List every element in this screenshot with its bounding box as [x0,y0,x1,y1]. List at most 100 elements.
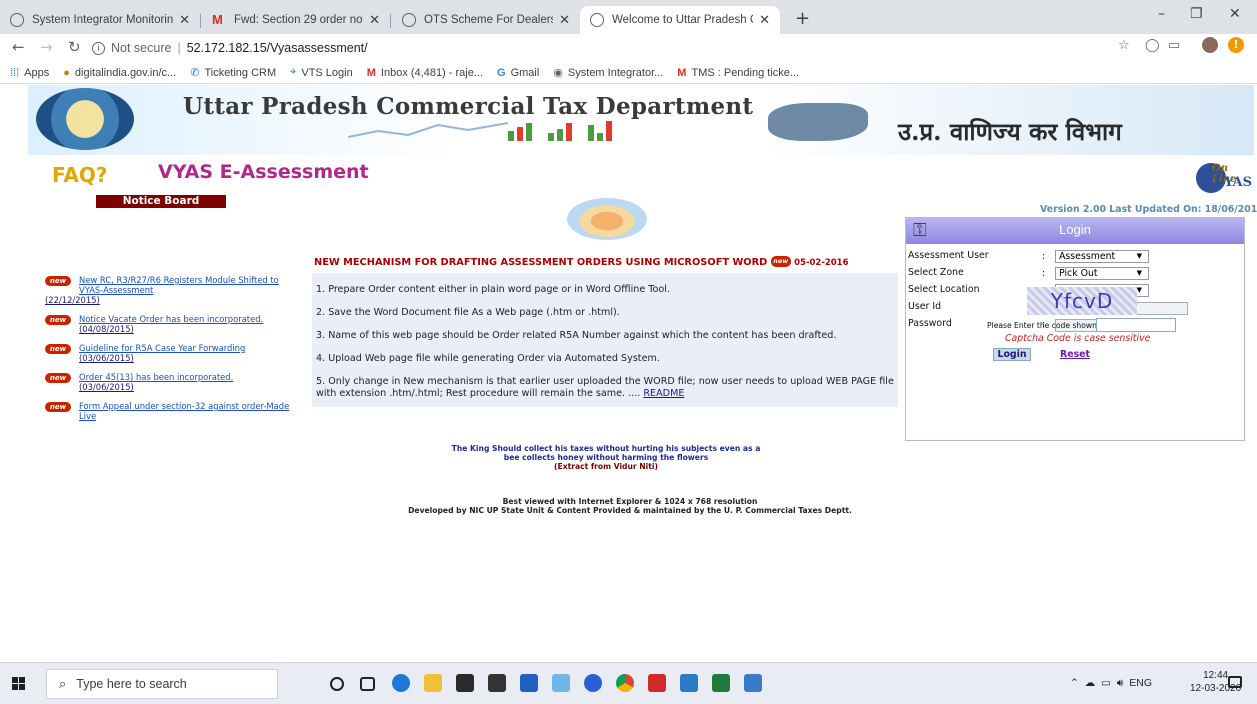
taskbar-search-input[interactable]: ⌕ Type here to search [46,669,278,699]
close-tab-icon[interactable]: ✕ [559,12,570,28]
zone-select[interactable]: Pick Out ▼ [1055,267,1149,280]
app-icon[interactable] [552,674,570,692]
bookmark-item[interactable]: M Inbox (4,481) - raje... [367,67,483,79]
captcha-case-note: Captcha Code is case sensitive [1005,333,1151,344]
close-tab-icon[interactable]: ✕ [369,12,380,28]
assessment-user-label: Assessment User [908,250,989,261]
battery-icon[interactable]: ▭ [1101,677,1111,689]
language-indicator[interactable]: ENG [1129,677,1152,689]
cortana-icon[interactable] [330,677,344,691]
tab-title: Fwd: Section 29 order not genera [234,14,363,26]
app-icon[interactable] [488,674,506,692]
notice-link[interactable]: Form Appeal under section-32 against ord… [79,401,290,421]
notice-link[interactable]: Notice Vacate Order has been incorporate… [79,314,290,324]
list-item: new Form Appeal under section-32 against… [45,401,290,421]
google-icon: G [497,66,506,79]
volume-icon[interactable]: 🔊︎ [1117,677,1124,689]
search-icon: ⌕ [59,676,67,691]
logo-text-bottom: VYAS [1214,175,1253,190]
readme-link[interactable]: README [643,388,684,399]
bookmark-item[interactable]: ✆ Ticketing CRM [190,66,276,80]
list-item: new New RC, R3/R27/R6 Registers Module S… [45,275,290,305]
notice-link[interactable]: Order 45(13) has been incorporated. [79,372,290,382]
gmail-icon: M [677,66,687,79]
site-icon: ● [63,66,70,79]
excel-icon[interactable] [712,674,730,692]
instruction-step: 4. Upload Web page file while generating… [316,353,660,364]
url-text: 52.172.182.15/Vyasassessment/ [186,41,368,55]
new-tab-icon[interactable]: + [795,8,810,29]
chrome-icon[interactable] [616,674,634,692]
windows-start-icon[interactable] [12,677,26,691]
app-icon[interactable] [744,674,762,692]
app-icon[interactable] [584,674,602,692]
bookmark-item[interactable]: ● digitalindia.gov.in/c... [63,67,176,79]
online-vyas-logo: On Line VYAS [1196,163,1253,193]
new-badge-icon: new [45,402,71,412]
banner-bar-decoration [557,129,563,141]
bookmark-star-icon[interactable]: ☆ [1118,38,1130,53]
tab-title: Welcome to Uttar Pradesh Comm [612,14,753,26]
location-label: Select Location [908,284,980,295]
info-icon[interactable]: i [92,41,105,55]
password-label: Password [908,318,952,329]
bookmark-apps[interactable]: ⁞⁞⁞ Apps [10,67,49,79]
update-alert-icon[interactable]: ! [1228,37,1244,53]
login-button[interactable]: Login [993,348,1031,361]
url-field[interactable]: i Not secure | 52.172.182.15/Vyasassessm… [92,37,1107,59]
edge-icon[interactable] [392,674,410,692]
restore-icon[interactable]: ❐ [1190,6,1203,22]
action-center-icon[interactable] [1228,676,1242,688]
dropdown-arrow-icon: ▼ [1136,286,1142,294]
news-headline: NEW MECHANISM FOR DRAFTING ASSESSMENT OR… [314,256,849,268]
notice-link[interactable]: Guideline for R5A Case Year Forwarding [79,343,290,353]
assessment-user-select[interactable]: Assessment ▼ [1055,250,1149,263]
footer-line: Developed by NIC UP State Unit & Content… [408,506,852,515]
banner-graph-decoration [348,122,508,138]
question-mark-icon: ? [95,163,108,187]
faq-link[interactable]: FAQ? [52,163,107,187]
notice-link[interactable]: New RC, R3/R27/R6 Registers Module Shift… [79,275,290,295]
reset-button[interactable]: Reset [1060,349,1090,360]
reload-icon[interactable]: ↻ [68,38,81,56]
app-icon[interactable] [680,674,698,692]
file-explorer-icon[interactable] [424,674,442,692]
captcha-input[interactable] [1096,318,1176,332]
cast-icon[interactable]: ▭ [1168,38,1180,53]
back-icon[interactable]: ← [12,38,25,56]
task-view-icon[interactable] [360,677,375,691]
quote-line: The King Should collect his taxes withou… [451,444,761,453]
app-title: VYAS E-Assessment [158,161,369,183]
app-icon[interactable] [648,674,666,692]
bookmark-item[interactable]: M TMS : Pending ticke... [677,67,799,79]
browser-tab-active[interactable]: Welcome to Uttar Pradesh Comm ✕ [580,6,780,34]
network-icon[interactable]: ☁ [1085,677,1096,689]
minimize-icon[interactable]: – [1158,6,1165,22]
new-badge-icon: new [45,276,71,286]
bookmark-item[interactable]: G Gmail [497,67,539,79]
extension-icon[interactable]: ◯ [1145,38,1160,53]
bookmark-item[interactable]: ◉ System Integrator... [553,66,663,80]
close-tab-icon[interactable]: ✕ [179,12,190,28]
forward-icon[interactable]: → [40,38,53,56]
system-tray: ⌃ ☁ ▭ 🔊︎ ENG [1070,677,1152,690]
browser-tab[interactable]: System Integrator Monitoring Sy ✕ [0,6,200,34]
browser-tab[interactable]: OTS Scheme For Dealers ✕ [392,6,580,34]
new-badge-icon: new [770,256,791,267]
bookmark-item[interactable]: ⌖ VTS Login [290,66,353,79]
app-icon[interactable] [520,674,538,692]
instruction-step: 3. Name of this web page should be Order… [316,330,837,341]
banner-bar-decoration [517,127,523,141]
chevron-up-icon[interactable]: ⌃ [1070,677,1079,689]
gmail-icon: M [212,12,223,27]
headline-text: NEW MECHANISM FOR DRAFTING ASSESSMENT OR… [314,257,768,268]
instruction-step-5: 5. Only change in New mechanism is that … [316,376,894,400]
notice-date: (03/06/2015) [79,382,134,392]
list-item: new Notice Vacate Order has been incorpo… [45,314,290,334]
store-icon[interactable] [456,674,474,692]
profile-avatar[interactable] [1202,37,1218,53]
gmail-icon: M [366,66,376,79]
close-window-icon[interactable]: ✕ [1229,6,1241,22]
close-tab-icon[interactable]: ✕ [759,12,770,28]
browser-tab[interactable]: M Fwd: Section 29 order not genera ✕ [202,6,390,34]
